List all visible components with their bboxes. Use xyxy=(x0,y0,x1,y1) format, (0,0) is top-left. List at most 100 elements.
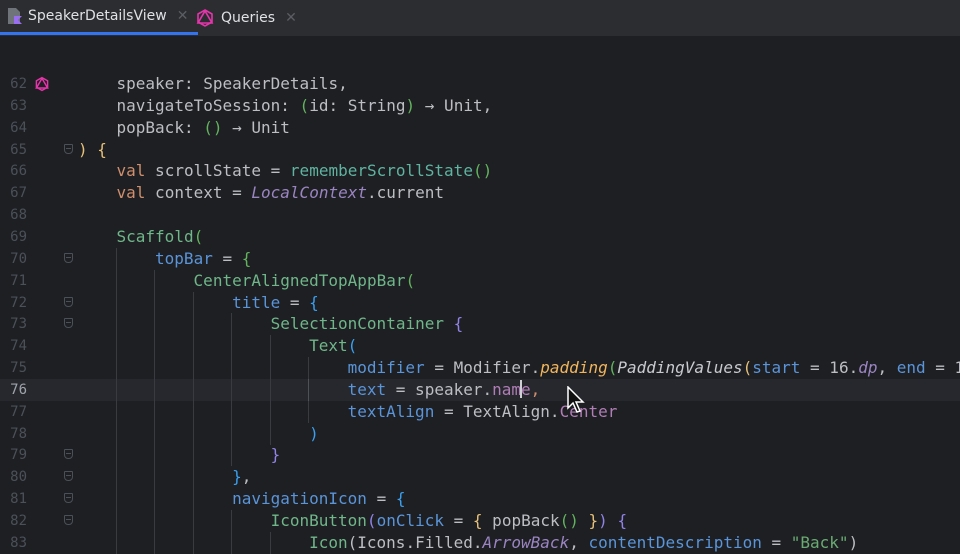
indent-guide xyxy=(192,531,194,554)
code-token: context = xyxy=(145,183,252,203)
indent-guide xyxy=(269,357,271,380)
code-line[interactable]: 81 navigationIcon = { xyxy=(0,488,960,511)
indent-guide xyxy=(115,466,117,489)
code-token: ( xyxy=(742,358,753,378)
code-token: nam xyxy=(492,379,522,399)
indent-guide xyxy=(115,531,117,554)
code-line[interactable]: 73 SelectionContainer { xyxy=(0,313,960,336)
code-line[interactable]: 75 modifier = Modifier.padding(PaddingVal… xyxy=(0,357,960,380)
code-editor[interactable]: 62 speaker: SpeakerDetails, 63 navigateToSe… xyxy=(0,72,960,554)
fold-icon[interactable] xyxy=(64,296,73,307)
code-text: topBar = { xyxy=(155,248,251,270)
indent-guide xyxy=(231,378,233,401)
code-line[interactable]: 64 popBack: () → Unit xyxy=(0,117,960,139)
code-text: speaker: SpeakerDetails, xyxy=(117,73,348,95)
fold-icon[interactable] xyxy=(64,143,73,154)
code-line[interactable]: 67 val context = LocalContext.current xyxy=(0,182,960,204)
fold-icon[interactable] xyxy=(64,493,73,504)
indent-guide xyxy=(308,378,310,401)
code-token: "Back" xyxy=(790,532,849,552)
code-line[interactable]: 72 title = { xyxy=(0,291,960,314)
code-token: ( xyxy=(405,270,416,290)
indent-guide xyxy=(269,378,271,401)
code-line[interactable]: 78) xyxy=(0,422,960,445)
code-line[interactable]: 68 xyxy=(0,204,960,226)
code-text: navigateToSession: (id: String) → Unit, xyxy=(117,95,493,117)
indent-guide xyxy=(192,313,194,336)
code-token: Icon xyxy=(309,532,348,552)
code-token: ( xyxy=(347,336,358,356)
code-text: ) { xyxy=(78,139,107,161)
fold-icon[interactable] xyxy=(64,515,73,525)
code-line[interactable]: 65) { xyxy=(0,139,960,161)
tab-label: SpeakerDetailsView xyxy=(28,8,167,24)
code-token: IconButton xyxy=(270,511,367,530)
indent-guide xyxy=(192,422,194,445)
code-token: = 16. xyxy=(800,358,859,378)
line-number: 81 xyxy=(10,491,27,508)
indent-guide xyxy=(115,488,117,511)
line-number: 78 xyxy=(10,425,27,442)
indent-guide xyxy=(154,531,156,554)
tab-queries[interactable]: Queries ✕ xyxy=(195,0,297,35)
indent-guide xyxy=(115,335,117,358)
code-text: Text( xyxy=(309,335,357,357)
indent-guide xyxy=(154,400,156,423)
line-number: 63 xyxy=(10,97,27,114)
code-token: ) xyxy=(848,532,859,552)
code-line[interactable]: 80}, xyxy=(0,466,960,489)
code-line[interactable]: 69 Scaffold( xyxy=(0,226,960,248)
indent-guide xyxy=(115,400,117,423)
code-token: navigationIcon xyxy=(232,489,367,509)
code-line[interactable]: 62 speaker: SpeakerDetails, xyxy=(0,73,960,95)
code-line[interactable]: 77 textAlign = TextAlign.Center xyxy=(0,400,960,423)
indent-guide xyxy=(154,357,156,380)
code-line[interactable]: 79} xyxy=(0,444,960,467)
code-token: speaker: SpeakerDetails, xyxy=(116,74,348,93)
code-text: } xyxy=(271,444,281,466)
fold-icon[interactable] xyxy=(64,252,73,263)
code-token: () xyxy=(203,117,223,137)
code-line[interactable]: 74 Text( xyxy=(0,335,960,358)
code-token: , xyxy=(877,358,897,378)
code-line[interactable]: 63 navigateToSession: (id: String) → Unit… xyxy=(0,95,960,117)
code-line[interactable]: 82 IconButton(onClick = { popBack() }) { xyxy=(0,510,960,532)
code-token: popBack: xyxy=(116,117,204,137)
code-token: start xyxy=(752,358,801,378)
line-number: 62 xyxy=(10,76,27,92)
code-token: .current xyxy=(366,183,445,203)
indent-guide xyxy=(308,357,310,380)
indent-guide xyxy=(231,357,233,380)
code-token: = xyxy=(212,248,242,268)
code-text: val context = LocalContext.current xyxy=(117,182,445,204)
close-tab-icon[interactable]: ✕ xyxy=(177,8,189,24)
code-text: IconButton(onClick = { popBack() }) { xyxy=(271,510,627,532)
fold-icon[interactable] xyxy=(64,449,73,460)
indent-guide xyxy=(192,510,194,532)
indent-guide xyxy=(231,313,233,336)
code-token: Scaffold xyxy=(116,226,194,246)
graphql-icon[interactable] xyxy=(34,76,50,92)
close-tab-icon[interactable]: ✕ xyxy=(285,10,297,26)
code-token: Text xyxy=(309,336,348,356)
code-line[interactable]: 83 Icon(Icons.Filled.ArrowBack, contentDe… xyxy=(0,531,960,554)
tab-speaker-details-view[interactable]: SpeakerDetailsView ✕ xyxy=(0,0,199,35)
fold-icon[interactable] xyxy=(64,471,73,482)
indent-guide xyxy=(192,357,194,380)
line-number: 68 xyxy=(10,207,27,224)
code-token: = xyxy=(444,511,473,530)
code-line[interactable]: 70 topBar = { xyxy=(0,247,960,270)
fold-icon[interactable] xyxy=(64,318,73,329)
indent-guide xyxy=(154,422,156,445)
code-token: contentDescription xyxy=(588,532,762,552)
code-token: → Unit, xyxy=(415,95,493,115)
code-line[interactable]: 76 text = speaker.name, xyxy=(0,378,960,401)
code-line[interactable]: 71 CenterAlignedTopAppBar( xyxy=(0,269,960,292)
code-line[interactable]: 66 val scrollState = rememberScrollState(… xyxy=(0,160,960,182)
graphql-icon xyxy=(196,8,214,27)
line-number: 80 xyxy=(10,469,27,486)
code-token: ( xyxy=(607,358,618,378)
